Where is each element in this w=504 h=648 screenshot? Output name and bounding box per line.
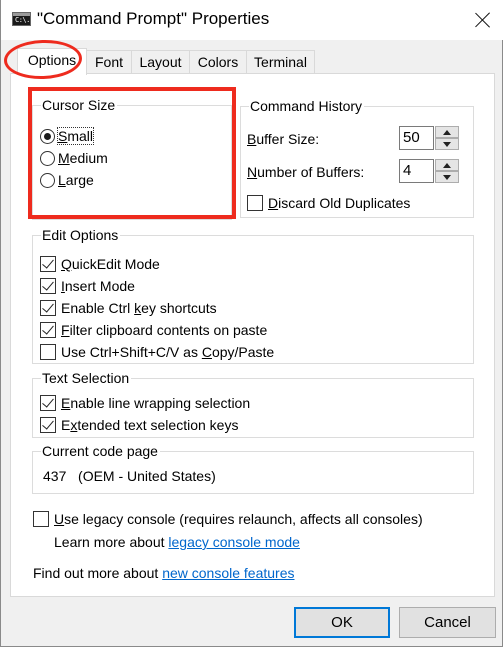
close-icon[interactable] [471, 8, 495, 32]
code-page-group: Current code page 437 (OEM - United Stat… [32, 442, 474, 494]
cursor-size-group: Cursor Size Small Medium Large [32, 96, 232, 220]
spin-up-icon[interactable] [435, 126, 459, 138]
insert-mode-checkbox[interactable]: Insert Mode [40, 276, 135, 296]
checkbox[interactable] [40, 395, 56, 411]
radio-button[interactable] [40, 172, 55, 188]
legacy-learn-more: Learn more about legacy console mode [54, 534, 300, 550]
window-title: "Command Prompt" Properties [37, 9, 270, 28]
tab-font[interactable]: Font [86, 50, 132, 73]
command-history-group: Command History Buffer Size: 50 Number o… [240, 97, 474, 218]
options-panel: Cursor Size Small Medium Large Command H… [10, 73, 495, 597]
spin-down-icon[interactable] [435, 171, 459, 183]
number-of-buffers-label: Number of Buffers: [247, 164, 365, 180]
checkbox[interactable] [40, 256, 56, 272]
filter-clipboard-checkbox[interactable]: Filter clipboard contents on paste [40, 320, 267, 340]
ctrl-shortcuts-checkbox[interactable]: Enable Ctrl key shortcuts [40, 298, 217, 318]
discard-duplicates-checkbox[interactable]: Discard Old Duplicates [247, 193, 410, 213]
radio-small[interactable]: Small [40, 126, 95, 146]
extended-selection-keys-checkbox[interactable]: Extended text selection keys [40, 415, 238, 435]
new-console-features-link[interactable]: new console features [162, 565, 294, 581]
command-prompt-icon: C:\. [12, 12, 31, 26]
legacy-console-checkbox[interactable]: Use legacy console (requires relaunch, a… [33, 509, 423, 529]
properties-dialog: C:\. "Command Prompt" Properties Options… [0, 0, 504, 647]
checkbox[interactable] [247, 195, 263, 211]
checkbox[interactable] [40, 344, 56, 360]
line-wrapping-selection-checkbox[interactable]: Enable line wrapping selection [40, 393, 250, 413]
radio-medium[interactable]: Medium [40, 148, 108, 168]
command-history-legend: Command History [249, 97, 365, 115]
checkbox[interactable] [40, 417, 56, 433]
tab-terminal[interactable]: Terminal [246, 50, 315, 73]
cancel-button[interactable]: Cancel [399, 607, 496, 638]
legacy-console-mode-link[interactable]: legacy console mode [168, 534, 300, 550]
buffer-size-label: Buffer Size: [247, 131, 320, 147]
tab-colors[interactable]: Colors [189, 50, 247, 73]
number-of-buffers-spinner[interactable]: 4 [399, 159, 459, 183]
edit-options-group: Edit Options QuickEdit Mode Insert Mode … [32, 226, 474, 364]
title-bar: C:\. "Command Prompt" Properties [1, 0, 504, 40]
text-selection-legend: Text Selection [41, 369, 132, 387]
spin-up-icon[interactable] [435, 159, 459, 171]
buffer-size-input[interactable]: 50 [399, 126, 434, 150]
code-page-legend: Current code page [41, 442, 160, 460]
checkbox[interactable] [33, 511, 49, 527]
cursor-size-legend: Cursor Size [41, 96, 118, 114]
spin-down-icon[interactable] [435, 138, 459, 150]
checkbox[interactable] [40, 322, 56, 338]
radio-button[interactable] [40, 128, 55, 144]
number-of-buffers-input[interactable]: 4 [399, 159, 434, 183]
tab-options[interactable]: Options [17, 48, 87, 75]
find-out-more: Find out more about new console features [33, 565, 295, 581]
tab-layout[interactable]: Layout [131, 50, 190, 73]
code-page-value: 437 (OEM - United States) [43, 468, 216, 484]
ok-button[interactable]: OK [294, 607, 390, 638]
quickedit-checkbox[interactable]: QuickEdit Mode [40, 254, 160, 274]
radio-button[interactable] [40, 150, 55, 166]
edit-options-legend: Edit Options [41, 226, 121, 244]
radio-large[interactable]: Large [40, 170, 94, 190]
ctrl-shift-copy-paste-checkbox[interactable]: Use Ctrl+Shift+C/V as Copy/Paste [40, 342, 274, 362]
checkbox[interactable] [40, 300, 56, 316]
checkbox[interactable] [40, 278, 56, 294]
buffer-size-spinner[interactable]: 50 [399, 126, 459, 150]
text-selection-group: Text Selection Enable line wrapping sele… [32, 369, 474, 438]
